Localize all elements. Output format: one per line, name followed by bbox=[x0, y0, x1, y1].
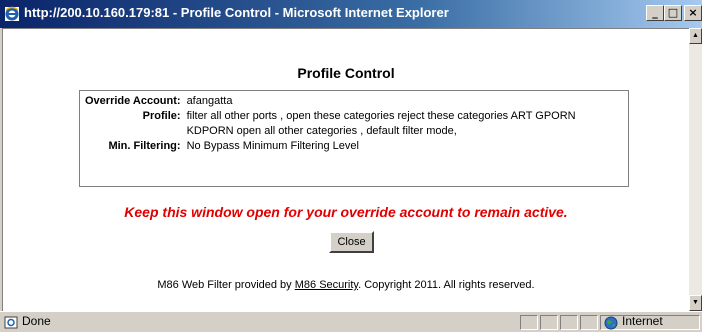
detail-value: afangatta bbox=[186, 95, 233, 107]
footer-suffix: . Copyright 2011. All rights reserved. bbox=[358, 279, 535, 291]
scroll-down-icon[interactable]: ▼ bbox=[689, 295, 702, 311]
status-text: Done bbox=[22, 314, 51, 328]
detail-label: Override Account: bbox=[85, 95, 181, 107]
vertical-scrollbar[interactable]: ▲ ▼ bbox=[689, 28, 702, 311]
warning-message: Keep this window open for your override … bbox=[124, 204, 568, 220]
detail-row-override-account: Override Account: afangatta bbox=[82, 94, 610, 109]
window-title: http://200.10.160.179:81 - Profile Contr… bbox=[24, 5, 449, 20]
profile-details-box: Override Account: afangatta Profile: fil… bbox=[79, 90, 629, 187]
browser-window: http://200.10.160.179:81 - Profile Contr… bbox=[0, 0, 702, 332]
detail-label: Profile: bbox=[142, 110, 181, 122]
detail-value: No Bypass Minimum Filtering Level bbox=[186, 140, 359, 152]
detail-row-min-filtering: Min. Filtering: No Bypass Minimum Filter… bbox=[82, 139, 610, 154]
ie-logo-icon bbox=[5, 6, 19, 21]
page-title: Profile Control bbox=[297, 65, 395, 81]
profile-details-table: Override Account: afangatta Profile: fil… bbox=[82, 94, 610, 154]
m86-security-link[interactable]: M86 Security bbox=[295, 279, 358, 291]
status-pane bbox=[580, 315, 598, 330]
page-done-icon bbox=[4, 316, 18, 329]
detail-row-profile: Profile: filter all other ports , open t… bbox=[82, 109, 610, 139]
footer-text: M86 Web Filter provided by M86 Security.… bbox=[3, 279, 689, 291]
maximize-icon: □ bbox=[667, 6, 679, 19]
status-bar: Done Internet bbox=[0, 311, 702, 332]
scroll-up-icon[interactable]: ▲ bbox=[689, 28, 702, 44]
title-bar: http://200.10.160.179:81 - Profile Contr… bbox=[0, 0, 702, 28]
window-close-button[interactable]: × bbox=[684, 5, 702, 21]
footer-prefix: M86 Web Filter provided by bbox=[157, 279, 295, 291]
status-pane bbox=[520, 315, 538, 330]
minimize-icon: _ bbox=[652, 6, 658, 19]
globe-icon bbox=[604, 316, 618, 330]
page-content: Profile Control Override Account: afanga… bbox=[2, 28, 689, 312]
detail-label: Min. Filtering: bbox=[108, 140, 181, 152]
status-pane bbox=[560, 315, 578, 330]
zone-text: Internet bbox=[622, 314, 663, 328]
status-pane bbox=[540, 315, 558, 330]
minimize-button[interactable]: _ bbox=[646, 5, 664, 21]
detail-value: filter all other ports , open these cate… bbox=[186, 110, 576, 137]
close-icon: × bbox=[688, 6, 698, 19]
maximize-button[interactable]: □ bbox=[664, 5, 682, 21]
close-button[interactable]: Close bbox=[329, 231, 374, 253]
